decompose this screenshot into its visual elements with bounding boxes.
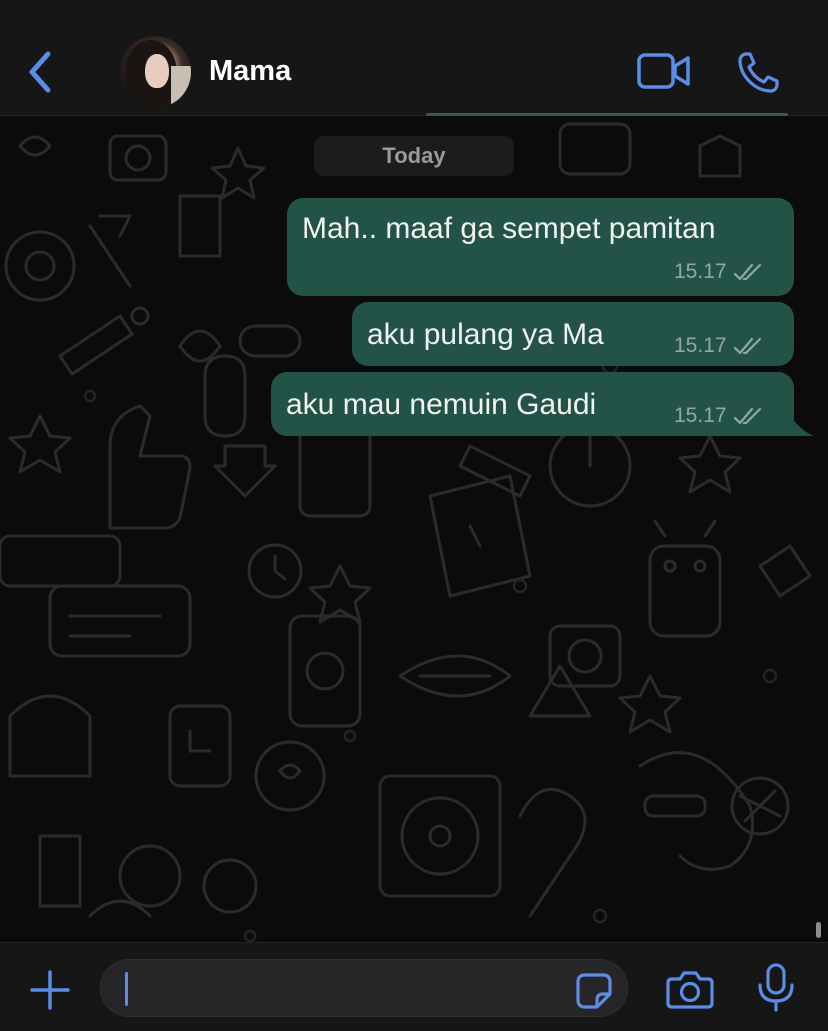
- chevron-left-icon: [29, 51, 51, 93]
- double-check-icon: [733, 263, 761, 281]
- camera-icon: [666, 971, 714, 1009]
- message-list[interactable]: Today Mah.. maaf ga sempet pamitan 15.17…: [0, 116, 828, 942]
- voice-call-button[interactable]: [737, 50, 781, 94]
- message-time: 15.17: [674, 404, 727, 427]
- chat-screen: Mama Today Mah.. maaf ga sempet pamitan …: [0, 0, 828, 1031]
- message-text: aku pulang ya Ma: [367, 318, 604, 351]
- double-check-icon: [733, 337, 761, 355]
- attach-button[interactable]: [28, 968, 72, 1012]
- composer-bar: [0, 942, 828, 1031]
- video-camera-icon: [637, 53, 690, 89]
- message-meta: 15.17: [674, 404, 763, 428]
- message-text: Mah.. maaf ga sempet pamitan: [302, 212, 716, 245]
- scrollbar[interactable]: [816, 922, 821, 938]
- message-meta: 15.17: [674, 260, 763, 284]
- plus-icon: [30, 970, 70, 1010]
- microphone-icon: [758, 963, 794, 1012]
- message-time: 15.17: [674, 334, 727, 357]
- contact-name[interactable]: Mama: [209, 55, 291, 88]
- bubble-tail: [786, 406, 814, 436]
- message-bubble-outgoing[interactable]: aku pulang ya Ma 15.17: [352, 302, 794, 366]
- sticker-button[interactable]: [575, 972, 613, 1010]
- chat-header: Mama: [0, 0, 828, 116]
- text-caret: [125, 972, 128, 1006]
- back-button[interactable]: [20, 48, 60, 96]
- message-bubble-outgoing[interactable]: aku mau nemuin Gaudi 15.17: [271, 372, 814, 436]
- message-time: 15.17: [674, 260, 727, 283]
- sticker-icon: [576, 973, 612, 1009]
- message-bubble-outgoing[interactable]: Mah.. maaf ga sempet pamitan 15.17: [287, 198, 794, 296]
- phone-icon: [738, 52, 779, 93]
- microphone-button[interactable]: [756, 963, 796, 1013]
- message-text: aku mau nemuin Gaudi: [286, 388, 597, 421]
- camera-button[interactable]: [666, 969, 714, 1009]
- message-meta: 15.17: [674, 334, 763, 358]
- message-input[interactable]: [100, 959, 628, 1017]
- video-call-button[interactable]: [637, 52, 691, 90]
- avatar[interactable]: [119, 36, 191, 108]
- double-check-icon: [733, 407, 761, 425]
- date-separator: Today: [314, 136, 514, 176]
